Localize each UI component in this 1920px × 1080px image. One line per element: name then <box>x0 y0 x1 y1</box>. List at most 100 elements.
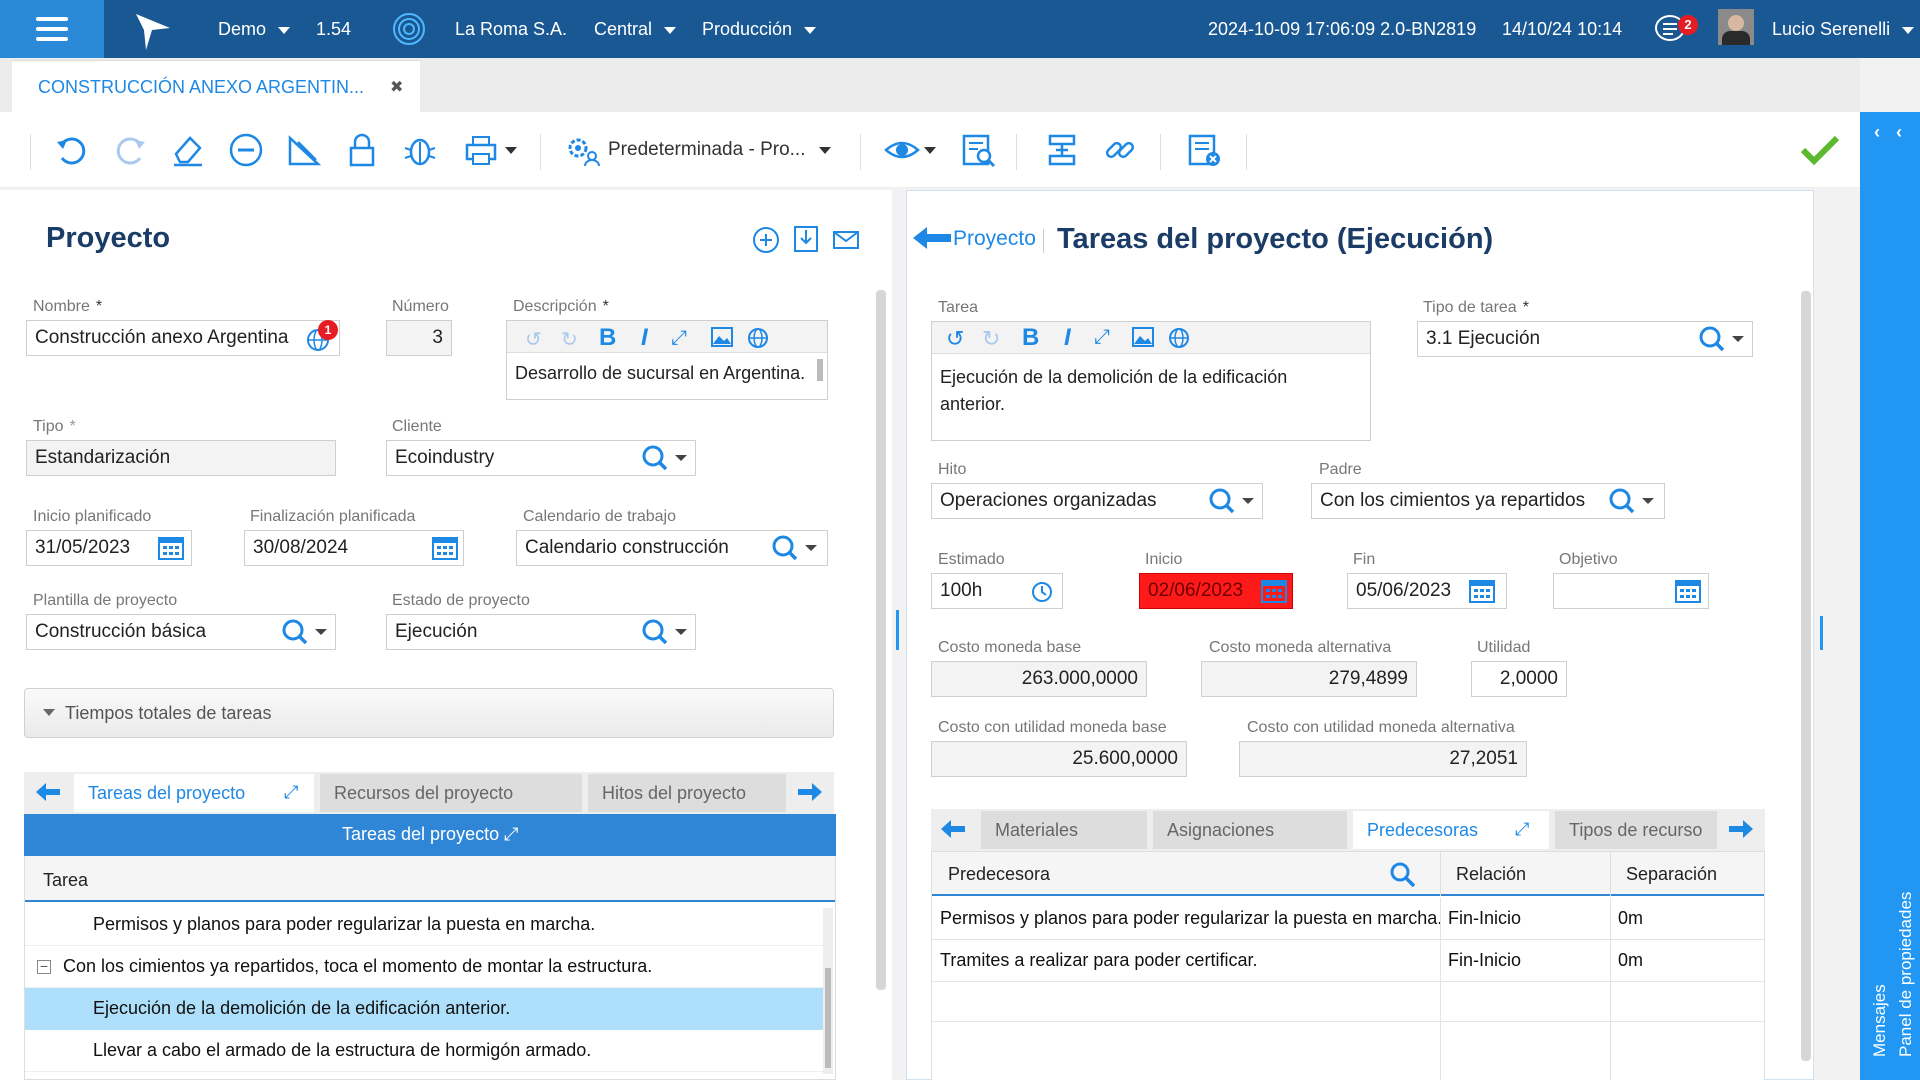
mode-selector[interactable]: Producción <box>702 19 817 40</box>
image-icon[interactable] <box>711 327 733 347</box>
arrow-left-icon[interactable] <box>34 780 62 804</box>
env-selector[interactable]: Demo <box>218 19 291 40</box>
redo-icon[interactable]: ↻ <box>561 327 578 352</box>
collapse-toggle-icon[interactable]: − <box>37 959 51 974</box>
redo-icon[interactable] <box>110 130 150 170</box>
table-row[interactable]: Tramites a realizar para poder certifica… <box>932 940 1764 982</box>
scrollbar[interactable] <box>876 290 886 990</box>
arrow-right-icon[interactable] <box>796 780 824 804</box>
search-icon[interactable] <box>280 618 332 646</box>
scrollbar[interactable] <box>1801 291 1811 1061</box>
tiempos-totales-section[interactable]: Tiempos totales de tareas <box>24 688 834 738</box>
calendar-icon[interactable] <box>1675 579 1701 603</box>
table-row[interactable]: Llevar a cabo el armado de la estructura… <box>25 1030 823 1072</box>
tab-recursos-proyecto[interactable]: Recursos del proyecto <box>320 774 582 812</box>
costo-alt-field[interactable]: 279,4899 <box>1201 661 1417 697</box>
redo-icon[interactable]: ↻ <box>982 326 1000 352</box>
italic-icon[interactable]: I <box>1064 324 1071 352</box>
eraser-icon[interactable] <box>168 130 208 170</box>
bold-icon[interactable]: B <box>1022 324 1039 352</box>
search-icon[interactable] <box>1607 487 1659 515</box>
cu-base-field[interactable]: 25.600,0000 <box>931 741 1187 777</box>
expand-icon[interactable]: ⤢ <box>1515 819 1529 840</box>
search-icon[interactable] <box>1697 325 1749 353</box>
messages-panel-tab[interactable]: Mensajes <box>1870 984 1890 1057</box>
column-tarea[interactable]: Tarea <box>43 870 88 891</box>
table-row[interactable]: Permisos y planos para poder regularizar… <box>932 898 1764 940</box>
search-icon[interactable] <box>640 618 692 646</box>
insert-row-icon[interactable] <box>1042 130 1082 170</box>
tab-tipos-recurso[interactable]: Tipos de recurso <box>1555 811 1717 849</box>
breadcrumb-proyecto[interactable]: Proyecto <box>953 227 1036 251</box>
properties-panel-tab[interactable]: Panel de propiedades <box>1896 892 1916 1057</box>
calendar-icon[interactable] <box>432 536 458 560</box>
search-icon[interactable] <box>640 444 692 472</box>
fin-field[interactable]: 30/08/2024 <box>244 530 464 566</box>
user-menu[interactable]: Lucio Serenelli <box>1772 19 1915 40</box>
design-icon[interactable] <box>284 130 324 170</box>
globe-icon[interactable] <box>747 327 769 349</box>
arrow-right-icon[interactable] <box>1727 817 1755 841</box>
search-icon[interactable] <box>1390 862 1416 888</box>
preview-icon[interactable] <box>880 130 940 170</box>
bug-icon[interactable] <box>400 130 440 170</box>
globe-icon[interactable] <box>1168 327 1190 349</box>
calendar-icon[interactable] <box>1261 579 1287 603</box>
column-separacion[interactable]: Separación <box>1626 864 1717 885</box>
undo-icon[interactable]: ↺ <box>525 327 542 352</box>
tarea-text[interactable]: Ejecución de la demolición de la edifica… <box>940 364 1287 418</box>
expand-icon[interactable]: ⤢ <box>671 327 687 350</box>
scrollbar[interactable] <box>817 359 823 381</box>
calendar-icon[interactable] <box>158 536 184 560</box>
tab-hitos-proyecto[interactable]: Hitos del proyecto <box>588 774 786 812</box>
print-icon[interactable] <box>458 130 522 170</box>
nombre-field[interactable]: Construcción anexo Argentina <box>26 320 340 356</box>
back-arrow-icon[interactable] <box>911 225 953 251</box>
costo-base-field[interactable]: 263.000,0000 <box>931 661 1147 697</box>
document-search-icon[interactable] <box>958 130 998 170</box>
calendar-icon[interactable] <box>1469 579 1495 603</box>
scrollbar[interactable] <box>823 908 833 1074</box>
add-icon[interactable] <box>752 226 780 254</box>
mail-icon[interactable] <box>832 228 860 252</box>
close-icon[interactable]: ✖ <box>390 77 403 97</box>
utilidad-field[interactable]: 2,0000 <box>1471 661 1567 697</box>
branch-selector[interactable]: Central <box>594 19 677 40</box>
column-relacion[interactable]: Relación <box>1456 864 1526 885</box>
expand-icon[interactable]: ⤢ <box>1094 326 1110 349</box>
italic-icon[interactable]: I <box>641 324 648 352</box>
undo-icon[interactable] <box>52 130 92 170</box>
view-selector[interactable]: Predeterminada - Pro... <box>564 132 832 168</box>
expand-icon[interactable]: ⤢ <box>504 824 518 845</box>
avatar[interactable] <box>1718 9 1754 45</box>
table-row-selected[interactable]: Ejecución de la demolición de la edifica… <box>25 988 823 1030</box>
tab-asignaciones[interactable]: Asignaciones <box>1153 811 1347 849</box>
arrow-left-icon[interactable] <box>939 817 967 841</box>
splitter-handle[interactable] <box>896 610 899 650</box>
save-check-icon[interactable] <box>1800 130 1840 170</box>
expand-icon[interactable]: ⤢ <box>284 782 298 803</box>
search-icon[interactable] <box>770 534 822 562</box>
image-icon[interactable] <box>1132 327 1154 347</box>
remove-icon[interactable] <box>226 130 266 170</box>
bold-icon[interactable]: B <box>599 324 616 352</box>
tipo-field[interactable]: Estandarización <box>26 440 336 476</box>
tab-materiales[interactable]: Materiales <box>981 811 1147 849</box>
delete-list-icon[interactable] <box>1184 130 1224 170</box>
splitter-handle[interactable] <box>1820 616 1823 650</box>
link-icon[interactable] <box>1100 130 1140 170</box>
column-predecesora[interactable]: Predecesora <box>948 864 1050 885</box>
lock-icon[interactable] <box>342 130 382 170</box>
download-icon[interactable] <box>792 224 820 254</box>
table-row[interactable]: − Con los cimientos ya repartidos, toca … <box>25 946 823 988</box>
table-row[interactable]: Permisos y planos para poder regularizar… <box>25 904 823 946</box>
descripcion-text[interactable]: Desarrollo de sucursal en Argentina. <box>515 363 805 384</box>
search-icon[interactable] <box>1207 487 1259 515</box>
clock-icon[interactable] <box>1031 581 1053 603</box>
tab-tareas-proyecto[interactable]: Tareas del proyecto <box>74 774 314 812</box>
company-name[interactable]: La Roma S.A. <box>455 19 567 40</box>
document-tab[interactable]: CONSTRUCCIÓN ANEXO ARGENTIN... ✖ <box>12 60 420 112</box>
numero-field[interactable]: 3 <box>386 320 452 356</box>
undo-icon[interactable]: ↺ <box>946 326 964 352</box>
menu-icon[interactable] <box>0 0 104 58</box>
